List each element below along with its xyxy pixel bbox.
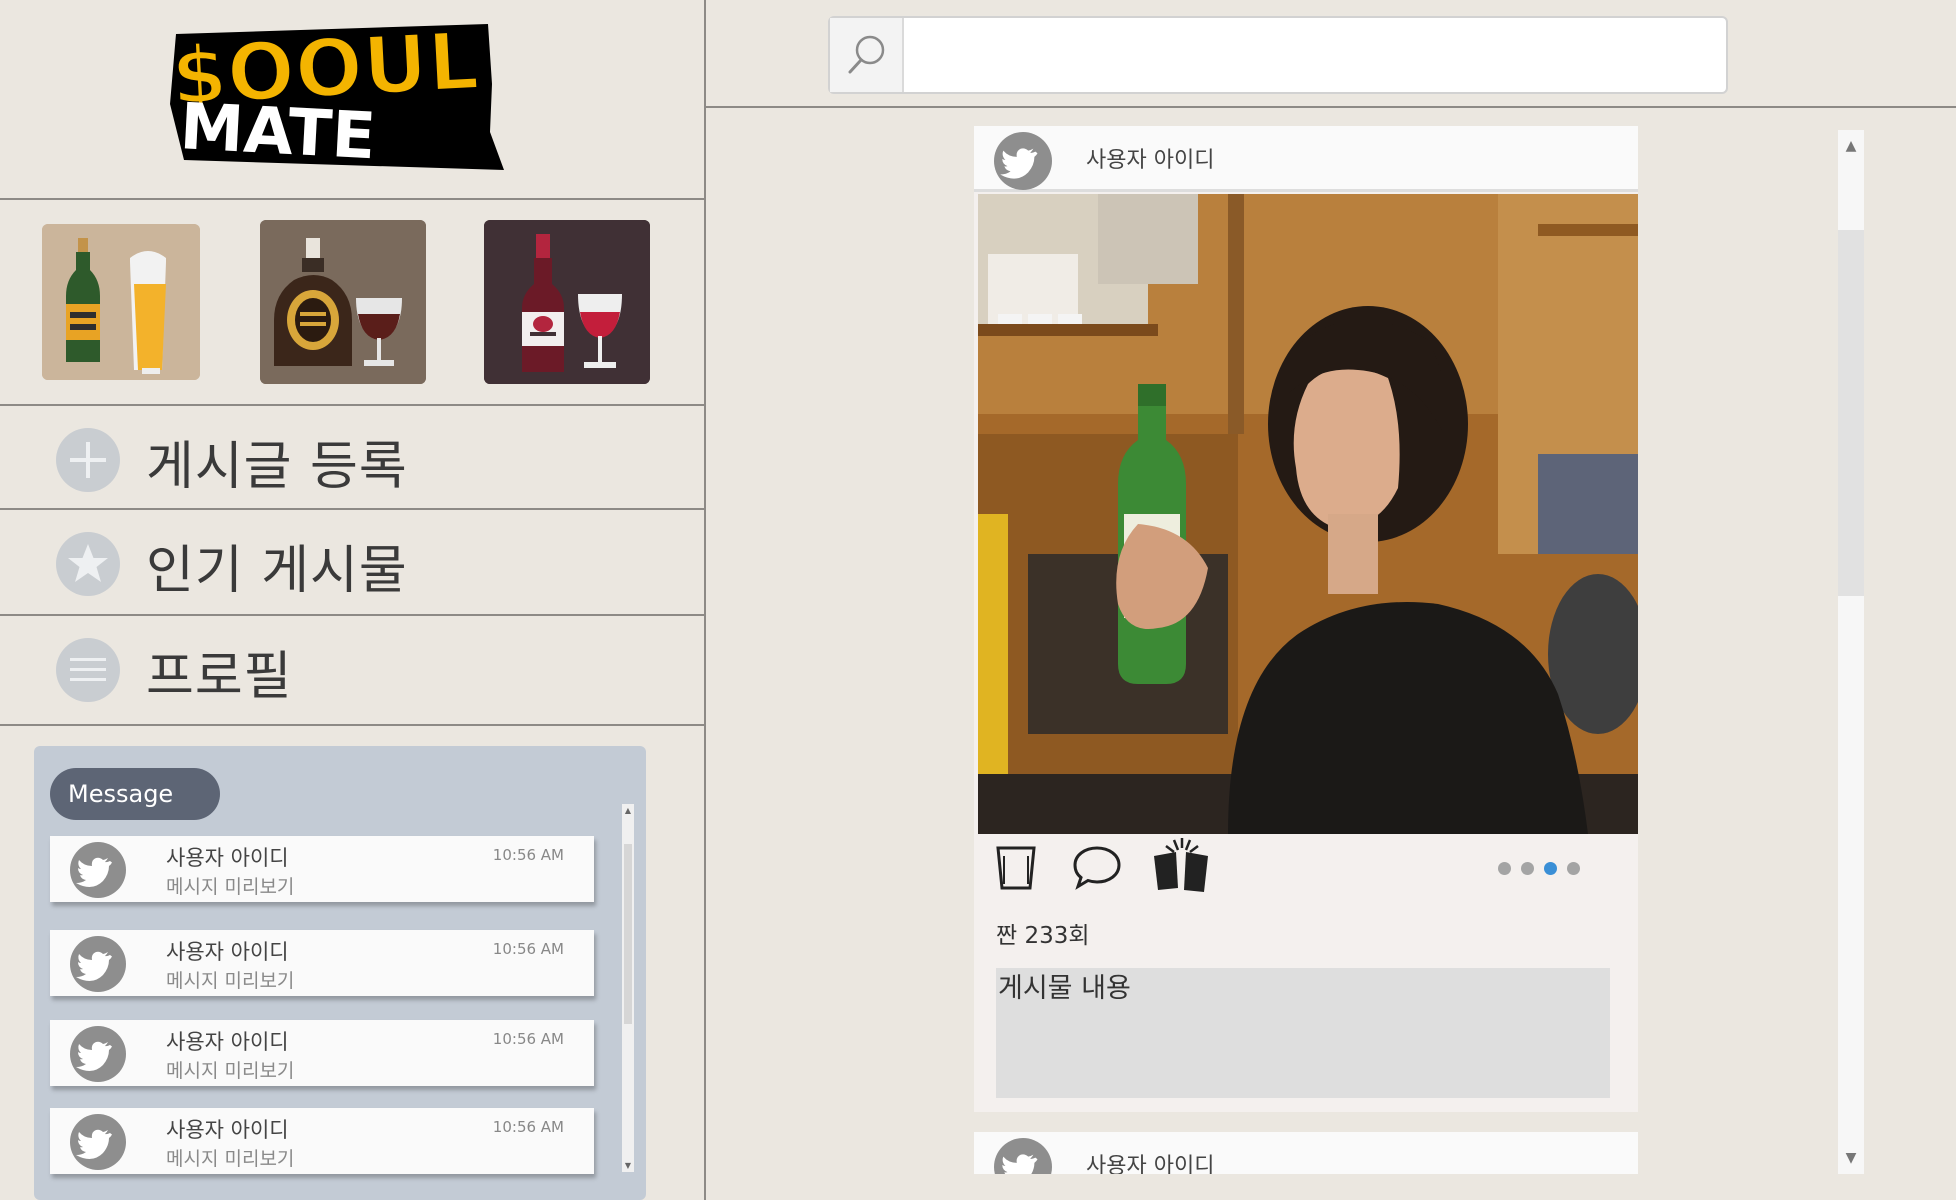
- message-item[interactable]: 사용자 아이디 메시지 미리보기 10:56 AM: [50, 1108, 594, 1174]
- post-card: 사용자 아이디: [974, 1132, 1638, 1174]
- twitter-bird-icon: [70, 1114, 126, 1170]
- nav-item-popular-posts[interactable]: 인기 게시물: [0, 512, 704, 614]
- category-whiskey[interactable]: [260, 220, 426, 384]
- twitter-bird-icon[interactable]: [994, 1138, 1052, 1174]
- message-preview: 메시지 미리보기: [166, 970, 295, 992]
- message-item[interactable]: 사용자 아이디 메시지 미리보기 10:56 AM: [50, 836, 594, 902]
- scroll-down-arrow-icon[interactable]: ▼: [1838, 1150, 1864, 1166]
- category-beer[interactable]: [42, 224, 200, 380]
- beer-bottle-and-glass-icon: [42, 224, 200, 380]
- scroll-up-arrow-icon[interactable]: ▲: [1838, 138, 1864, 154]
- whiskey-bottle-and-glass-icon: [260, 220, 426, 384]
- logo-text-bottom: MATE: [178, 90, 377, 170]
- header-divider: [706, 106, 1956, 108]
- nav-item-create-post[interactable]: 게시글 등록: [0, 408, 704, 510]
- message-preview: 메시지 미리보기: [166, 876, 295, 898]
- photo-woman-drinking-soju: 처음 처럼: [978, 194, 1638, 834]
- search-icon: [848, 35, 885, 74]
- post-username[interactable]: 사용자 아이디: [1086, 142, 1214, 174]
- cheers-count: 짠 233회: [996, 923, 1090, 949]
- carousel-indicator: [1498, 860, 1590, 879]
- message-time: 10:56 AM: [492, 1030, 564, 1048]
- post-card: 사용자 아이디: [974, 126, 1638, 1112]
- message-sender: 사용자 아이디: [166, 940, 289, 964]
- carousel-dot-active[interactable]: [1544, 862, 1557, 875]
- plus-icon: [56, 428, 120, 492]
- sidebar-divider: [704, 0, 706, 1200]
- post-header: 사용자 아이디: [974, 1132, 1638, 1174]
- search-input[interactable]: [906, 22, 1720, 88]
- comment-button[interactable]: [1072, 844, 1122, 894]
- message-time: 10:56 AM: [492, 940, 564, 958]
- nav-label: 인기 게시물: [146, 541, 408, 601]
- message-item[interactable]: 사용자 아이디 메시지 미리보기 10:56 AM: [50, 1020, 594, 1086]
- search-button[interactable]: [830, 18, 904, 92]
- message-scrollbar[interactable]: ▲ ▼: [622, 804, 634, 1172]
- message-preview: 메시지 미리보기: [166, 1148, 295, 1170]
- cheers-glass-button[interactable]: [994, 844, 1038, 896]
- search-bar[interactable]: [828, 16, 1728, 94]
- post-content: 게시물 내용: [996, 968, 1610, 1098]
- nav-label: 프로필: [146, 647, 293, 707]
- divider: [0, 198, 704, 200]
- twitter-bird-icon: [70, 842, 126, 898]
- post-username[interactable]: 사용자 아이디: [1086, 1148, 1214, 1174]
- divider: [0, 724, 704, 726]
- glass-icon: [996, 846, 1036, 890]
- nav-label: 게시글 등록: [146, 437, 408, 497]
- message-panel-title: Message: [50, 768, 220, 820]
- message-time: 10:56 AM: [492, 1118, 564, 1136]
- scroll-up-arrow-icon[interactable]: ▲: [622, 806, 634, 815]
- twitter-bird-icon[interactable]: [994, 132, 1052, 190]
- twitter-bird-icon: [70, 936, 126, 992]
- speech-bubble-icon: [1073, 846, 1121, 890]
- message-sender: 사용자 아이디: [166, 1118, 289, 1142]
- cheers-button[interactable]: [1148, 836, 1216, 898]
- carousel-dot[interactable]: [1521, 862, 1534, 875]
- carousel-dot[interactable]: [1567, 862, 1580, 875]
- post-feed: 사용자 아이디 짠 233회 게시물 내용 사용자 아이디: [974, 126, 1638, 1174]
- divider: [0, 614, 704, 616]
- carousel-dot[interactable]: [1498, 862, 1511, 875]
- message-time: 10:56 AM: [492, 846, 564, 864]
- category-wine[interactable]: [484, 220, 650, 384]
- message-item[interactable]: 사용자 아이디 메시지 미리보기 10:56 AM: [50, 930, 594, 996]
- message-sender: 사용자 아이디: [166, 846, 289, 870]
- message-panel: Message 사용자 아이디 메시지 미리보기 10:56 AM 사용자 아이…: [34, 746, 646, 1200]
- scroll-down-arrow-icon[interactable]: ▼: [622, 1161, 634, 1170]
- app-logo[interactable]: $OOUL MATE: [167, 13, 504, 174]
- scrollbar-thumb[interactable]: [1838, 230, 1864, 596]
- scrollbar-thumb[interactable]: [624, 844, 632, 1024]
- divider: [0, 404, 704, 406]
- twitter-bird-icon: [70, 1026, 126, 1082]
- star-icon: [56, 532, 120, 596]
- message-preview: 메시지 미리보기: [166, 1060, 295, 1082]
- wine-bottle-and-glass-icon: [484, 220, 650, 384]
- post-header: 사용자 아이디: [974, 126, 1638, 192]
- message-sender: 사용자 아이디: [166, 1030, 289, 1054]
- sidebar: $OOUL MATE 게시글 등록 인기 게시물 프로필 Message 사용자…: [0, 0, 704, 1200]
- post-photo[interactable]: 처음 처럼: [978, 194, 1638, 834]
- clinking-glasses-icon: [1154, 838, 1208, 892]
- nav-item-profile[interactable]: 프로필: [0, 618, 704, 720]
- menu-icon: [56, 638, 120, 702]
- divider: [0, 508, 704, 510]
- feed-scrollbar[interactable]: ▲ ▼: [1838, 130, 1864, 1174]
